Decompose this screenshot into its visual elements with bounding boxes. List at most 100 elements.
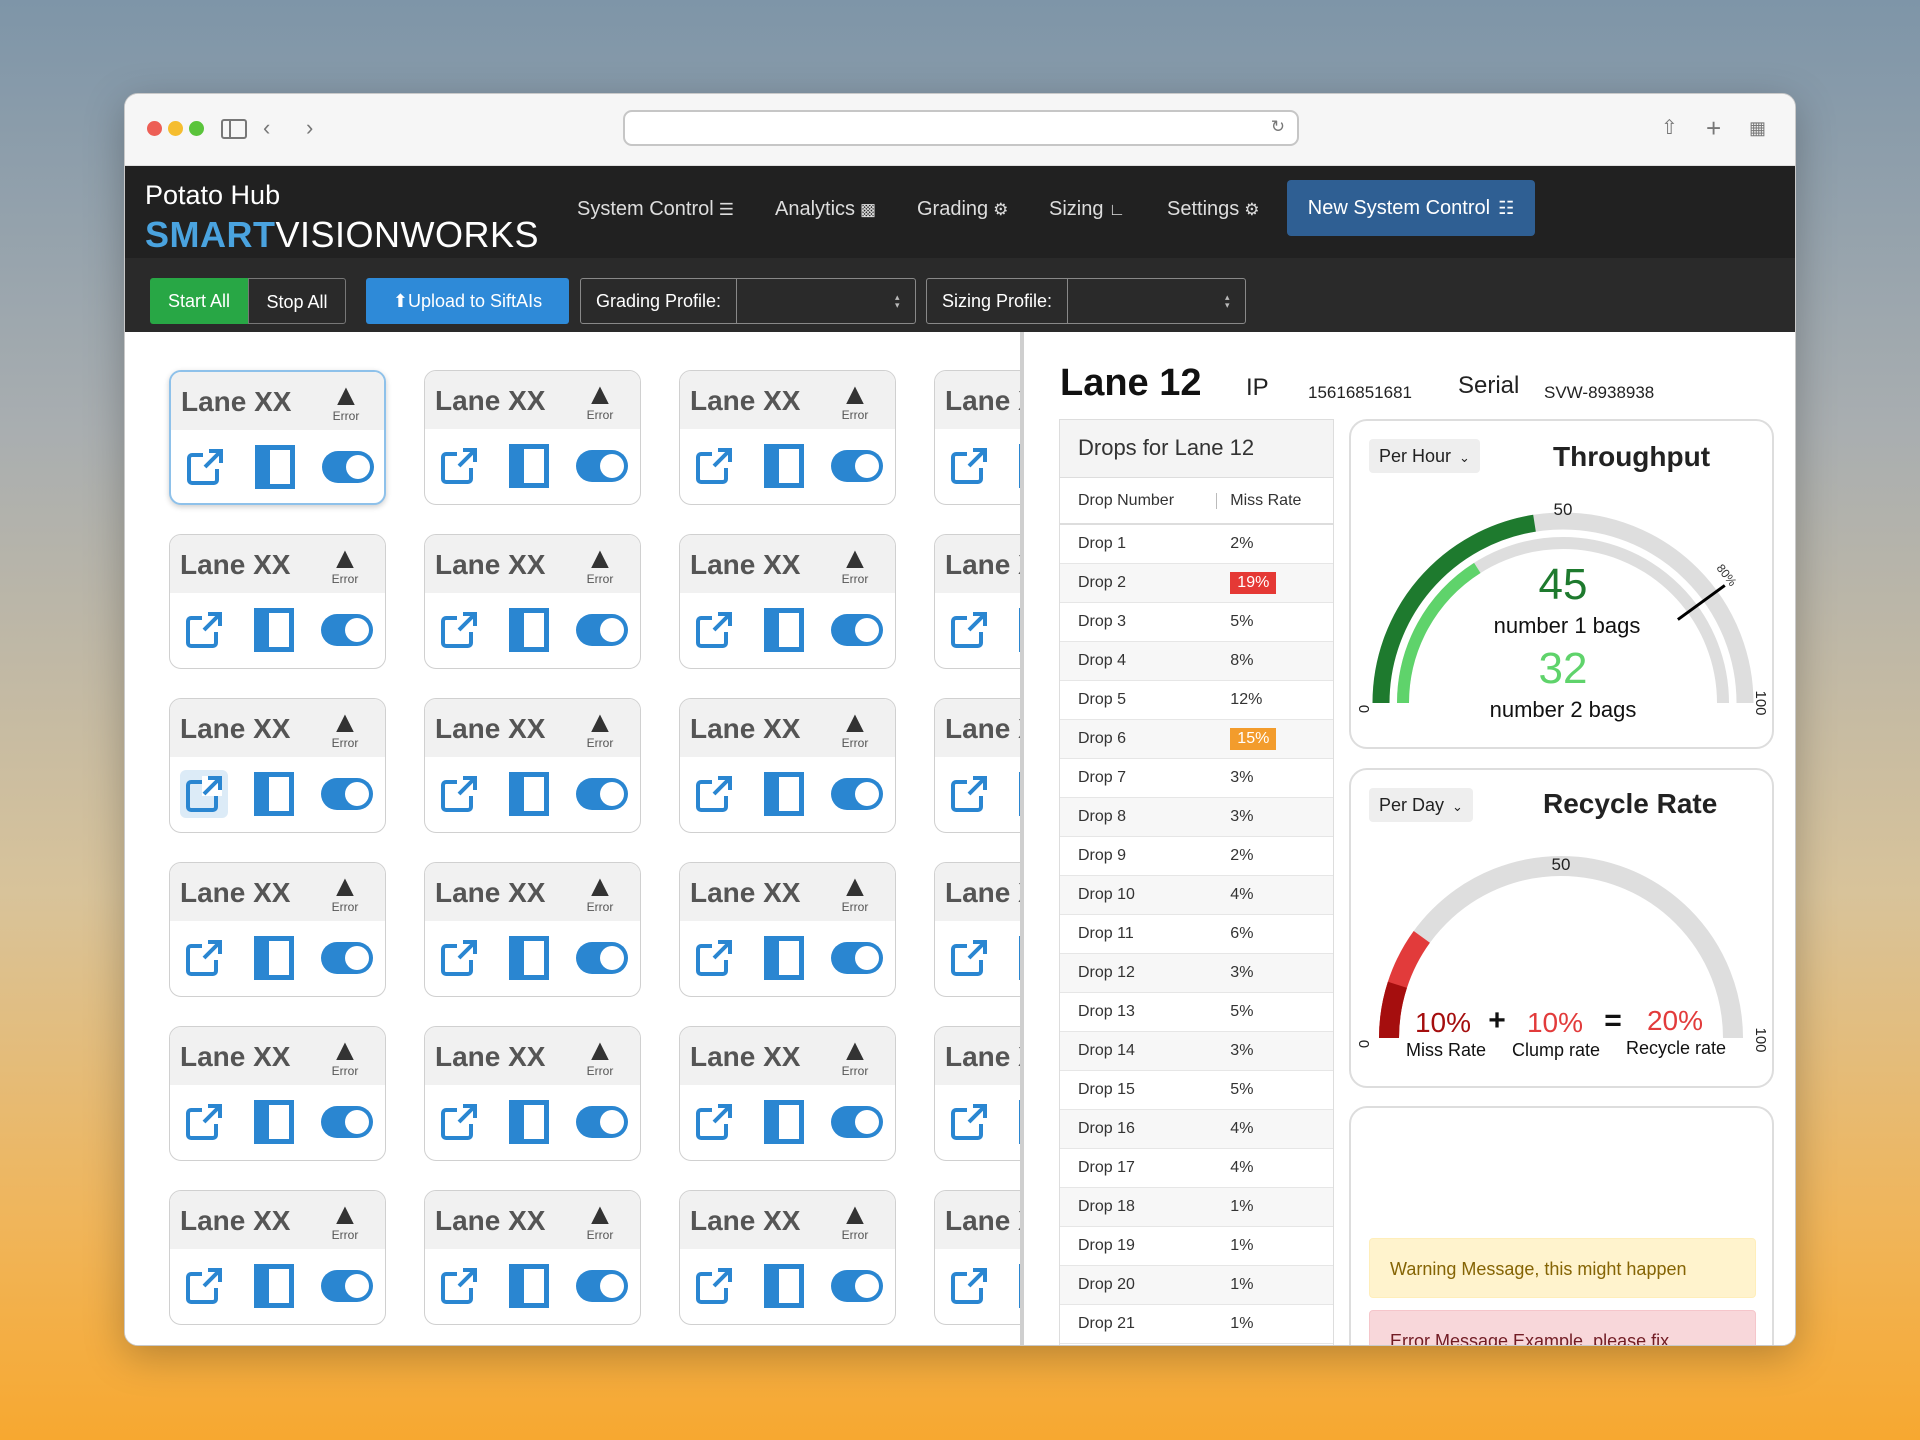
table-row[interactable]: Drop 18 1% <box>1060 1187 1333 1227</box>
lane-card[interactable]: Lane XX▲Error <box>169 698 386 833</box>
tab-overview-icon[interactable]: ▦ <box>1749 114 1766 142</box>
external-link-icon[interactable] <box>690 934 738 982</box>
split-view-icon[interactable] <box>505 442 553 490</box>
lane-power-toggle[interactable] <box>320 606 374 654</box>
split-view-icon[interactable] <box>250 606 298 654</box>
lane-card[interactable]: Lane XX▲Error <box>934 1026 1020 1161</box>
external-link-icon[interactable] <box>945 1262 993 1310</box>
lane-power-toggle[interactable] <box>575 934 629 982</box>
nav-analytics[interactable]: Analytics ▩ <box>775 198 876 221</box>
split-view-icon[interactable] <box>760 1098 808 1146</box>
lane-card[interactable]: Lane XX▲Error <box>679 370 896 505</box>
external-link-icon[interactable] <box>180 934 228 982</box>
column-header-miss-rate[interactable]: Miss Rate <box>1216 478 1333 525</box>
lane-card[interactable]: Lane XX▲Error <box>424 698 641 833</box>
address-bar[interactable]: ↻ <box>623 110 1299 146</box>
lane-power-toggle[interactable] <box>575 442 629 490</box>
lane-power-toggle[interactable] <box>575 1098 629 1146</box>
table-row[interactable]: Drop 7 3% <box>1060 758 1333 798</box>
sidebar-toggle-icon[interactable] <box>221 119 247 139</box>
upload-button[interactable]: ⬆Upload to SiftAIs <box>366 278 569 324</box>
nav-settings[interactable]: Settings ⚙︎ <box>1167 198 1260 221</box>
lane-card[interactable]: Lane XX▲Error <box>169 1026 386 1161</box>
lane-power-toggle[interactable] <box>320 1262 374 1310</box>
minimize-window-icon[interactable] <box>168 121 183 136</box>
table-row[interactable]: Drop 9 2% <box>1060 836 1333 876</box>
sizing-profile-value[interactable] <box>1068 279 1245 323</box>
external-link-icon[interactable] <box>435 442 483 490</box>
new-system-control-button[interactable]: New System Control ☷ <box>1287 180 1535 236</box>
nav-system-control[interactable]: System Control ☰ <box>577 198 734 221</box>
table-row[interactable]: Drop 5 12% <box>1060 680 1333 720</box>
table-row[interactable]: Drop 6 15% <box>1060 719 1333 759</box>
split-view-icon[interactable] <box>505 606 553 654</box>
external-link-icon[interactable] <box>690 1262 738 1310</box>
table-row[interactable]: Drop 1 2% <box>1060 524 1333 564</box>
external-link-icon[interactable] <box>180 606 228 654</box>
external-link-icon[interactable] <box>945 442 993 490</box>
lane-card[interactable]: Lane XX▲Error <box>934 698 1020 833</box>
share-icon[interactable]: ⇧ <box>1661 114 1678 142</box>
grading-profile-select[interactable]: Grading Profile: <box>580 278 916 324</box>
split-view-icon[interactable] <box>505 770 553 818</box>
lane-card[interactable]: Lane XX▲Error <box>424 370 641 505</box>
external-link-icon[interactable] <box>945 606 993 654</box>
external-link-icon[interactable] <box>181 443 229 491</box>
lane-card[interactable]: Lane XX▲Error <box>169 1190 386 1325</box>
lane-card[interactable]: Lane XX▲Error <box>679 1190 896 1325</box>
nav-grading[interactable]: Grading ⚙ <box>917 198 1008 221</box>
split-view-icon[interactable] <box>760 1262 808 1310</box>
table-row[interactable]: Drop 12 3% <box>1060 953 1333 993</box>
external-link-icon[interactable] <box>180 770 228 818</box>
grading-profile-value[interactable] <box>737 279 915 323</box>
table-row[interactable]: Drop 4 8% <box>1060 641 1333 681</box>
split-view-icon[interactable] <box>250 1098 298 1146</box>
lane-power-toggle[interactable] <box>320 1098 374 1146</box>
split-view-icon[interactable] <box>760 442 808 490</box>
lane-power-toggle[interactable] <box>830 770 884 818</box>
external-link-icon[interactable] <box>435 606 483 654</box>
external-link-icon[interactable] <box>690 1098 738 1146</box>
split-view-icon[interactable] <box>760 934 808 982</box>
lane-power-toggle[interactable] <box>830 934 884 982</box>
lane-power-toggle[interactable] <box>320 934 374 982</box>
nav-sizing[interactable]: Sizing ∟ <box>1049 198 1125 221</box>
table-row[interactable]: Drop 10 4% <box>1060 875 1333 915</box>
table-row[interactable]: Drop 17 4% <box>1060 1148 1333 1188</box>
lane-card[interactable]: Lane XX▲Error <box>424 1026 641 1161</box>
external-link-icon[interactable] <box>435 770 483 818</box>
column-header-drop-number[interactable]: Drop Number <box>1060 478 1217 525</box>
lane-power-toggle[interactable] <box>830 1262 884 1310</box>
lane-card[interactable]: Lane XX▲Error <box>934 862 1020 997</box>
table-row[interactable]: Drop 15 5% <box>1060 1070 1333 1110</box>
lane-card[interactable]: Lane XX▲Error <box>679 862 896 997</box>
maximize-window-icon[interactable] <box>189 121 204 136</box>
external-link-icon[interactable] <box>435 1098 483 1146</box>
lane-card[interactable]: Lane XX▲Error <box>424 534 641 669</box>
lane-card[interactable]: Lane XX▲Error <box>934 370 1020 505</box>
lane-power-toggle[interactable] <box>575 1262 629 1310</box>
table-row[interactable]: Drop 20 1% <box>1060 1265 1333 1305</box>
lane-power-toggle[interactable] <box>830 442 884 490</box>
split-view-icon[interactable] <box>505 1262 553 1310</box>
table-row[interactable]: Drop 13 5% <box>1060 992 1333 1032</box>
lane-card[interactable]: Lane XX▲Error <box>169 862 386 997</box>
split-view-icon[interactable] <box>760 606 808 654</box>
lane-power-toggle[interactable] <box>321 443 375 491</box>
lane-power-toggle[interactable] <box>320 770 374 818</box>
external-link-icon[interactable] <box>180 1262 228 1310</box>
external-link-icon[interactable] <box>435 1262 483 1310</box>
split-view-icon[interactable] <box>760 770 808 818</box>
lane-card[interactable]: Lane XX▲Error <box>934 534 1020 669</box>
forward-icon[interactable]: › <box>306 114 313 142</box>
split-view-icon[interactable] <box>251 443 299 491</box>
external-link-icon[interactable] <box>945 1098 993 1146</box>
brand-logo[interactable]: SMARTVISIONWORKS <box>145 214 539 256</box>
reload-icon[interactable]: ↻ <box>1271 117 1285 137</box>
external-link-icon[interactable] <box>690 606 738 654</box>
table-row[interactable]: Drop 2 19% <box>1060 563 1333 603</box>
lane-card[interactable]: Lane XX▲Error <box>679 534 896 669</box>
table-row[interactable]: Drop 11 6% <box>1060 914 1333 954</box>
table-row[interactable]: Drop 14 3% <box>1060 1031 1333 1071</box>
split-view-icon[interactable] <box>250 934 298 982</box>
